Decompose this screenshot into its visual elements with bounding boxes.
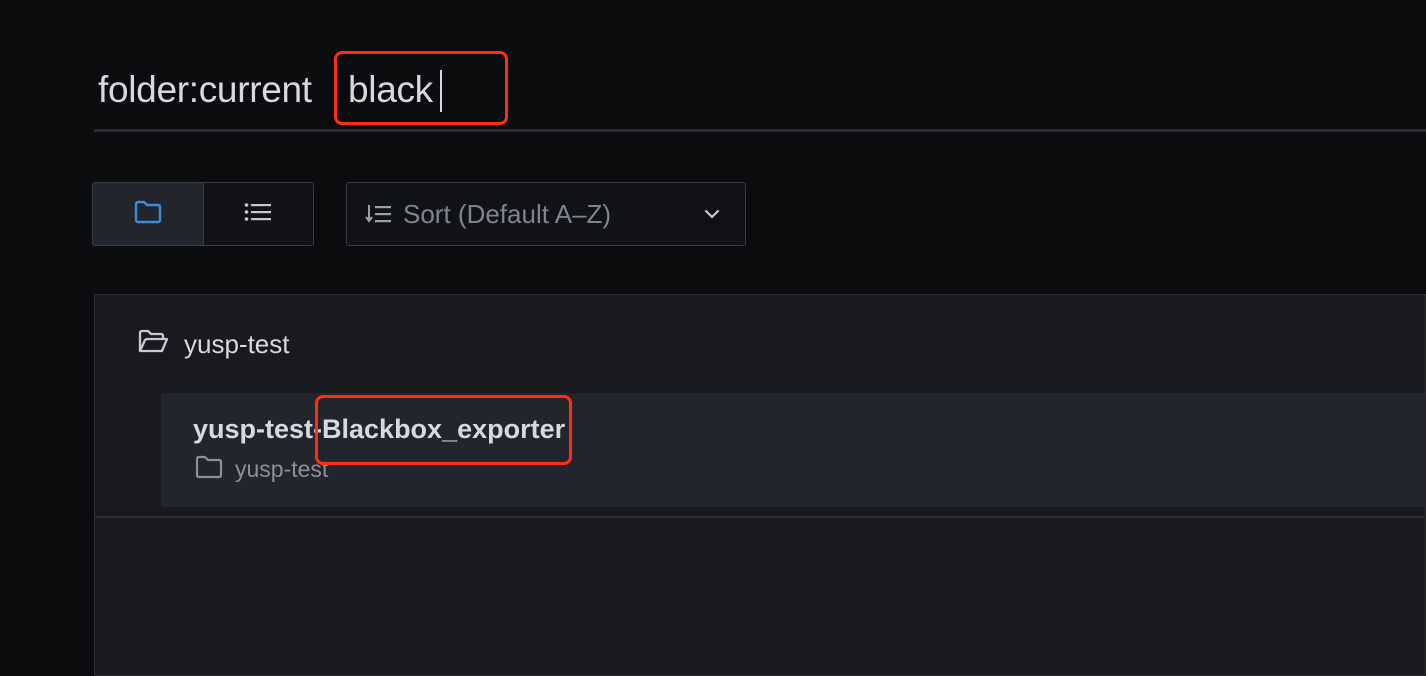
- sort-label: Sort (Default A–Z): [403, 198, 612, 229]
- sort-icon: [365, 203, 393, 225]
- folder-name: yusp-test: [184, 329, 290, 359]
- dashboard-search-page: folder:current black Sort (Default A–Z) …: [0, 0, 1426, 676]
- list-icon: [244, 202, 272, 227]
- search-input[interactable]: black: [348, 69, 433, 111]
- search-results-panel: yusp-test yusp-test-Blackbox_exporter yu…: [94, 294, 1426, 676]
- dashboard-folder-meta: yusp-test: [195, 455, 328, 484]
- list-view-button[interactable]: [202, 183, 313, 245]
- search-filter-prefix: folder:current: [98, 69, 312, 110]
- search-bar[interactable]: folder:current black: [94, 50, 1426, 132]
- sort-select[interactable]: Sort (Default A–Z): [346, 182, 746, 246]
- dashboard-folder-name: yusp-test: [235, 456, 329, 482]
- dashboard-title[interactable]: yusp-test-Blackbox_exporter: [193, 414, 565, 445]
- view-mode-toggle: [92, 182, 314, 246]
- folder-open-icon: [137, 329, 169, 360]
- folder-icon: [134, 200, 162, 229]
- folder-view-button[interactable]: [93, 183, 203, 245]
- text-caret: [440, 70, 442, 112]
- panel-divider: [95, 516, 1425, 518]
- folder-section-header[interactable]: yusp-test: [137, 329, 290, 360]
- chevron-down-icon: [703, 205, 721, 228]
- dashboard-result-item[interactable]: yusp-test-Blackbox_exporter yusp-test: [161, 393, 1426, 507]
- folder-icon: [195, 455, 223, 484]
